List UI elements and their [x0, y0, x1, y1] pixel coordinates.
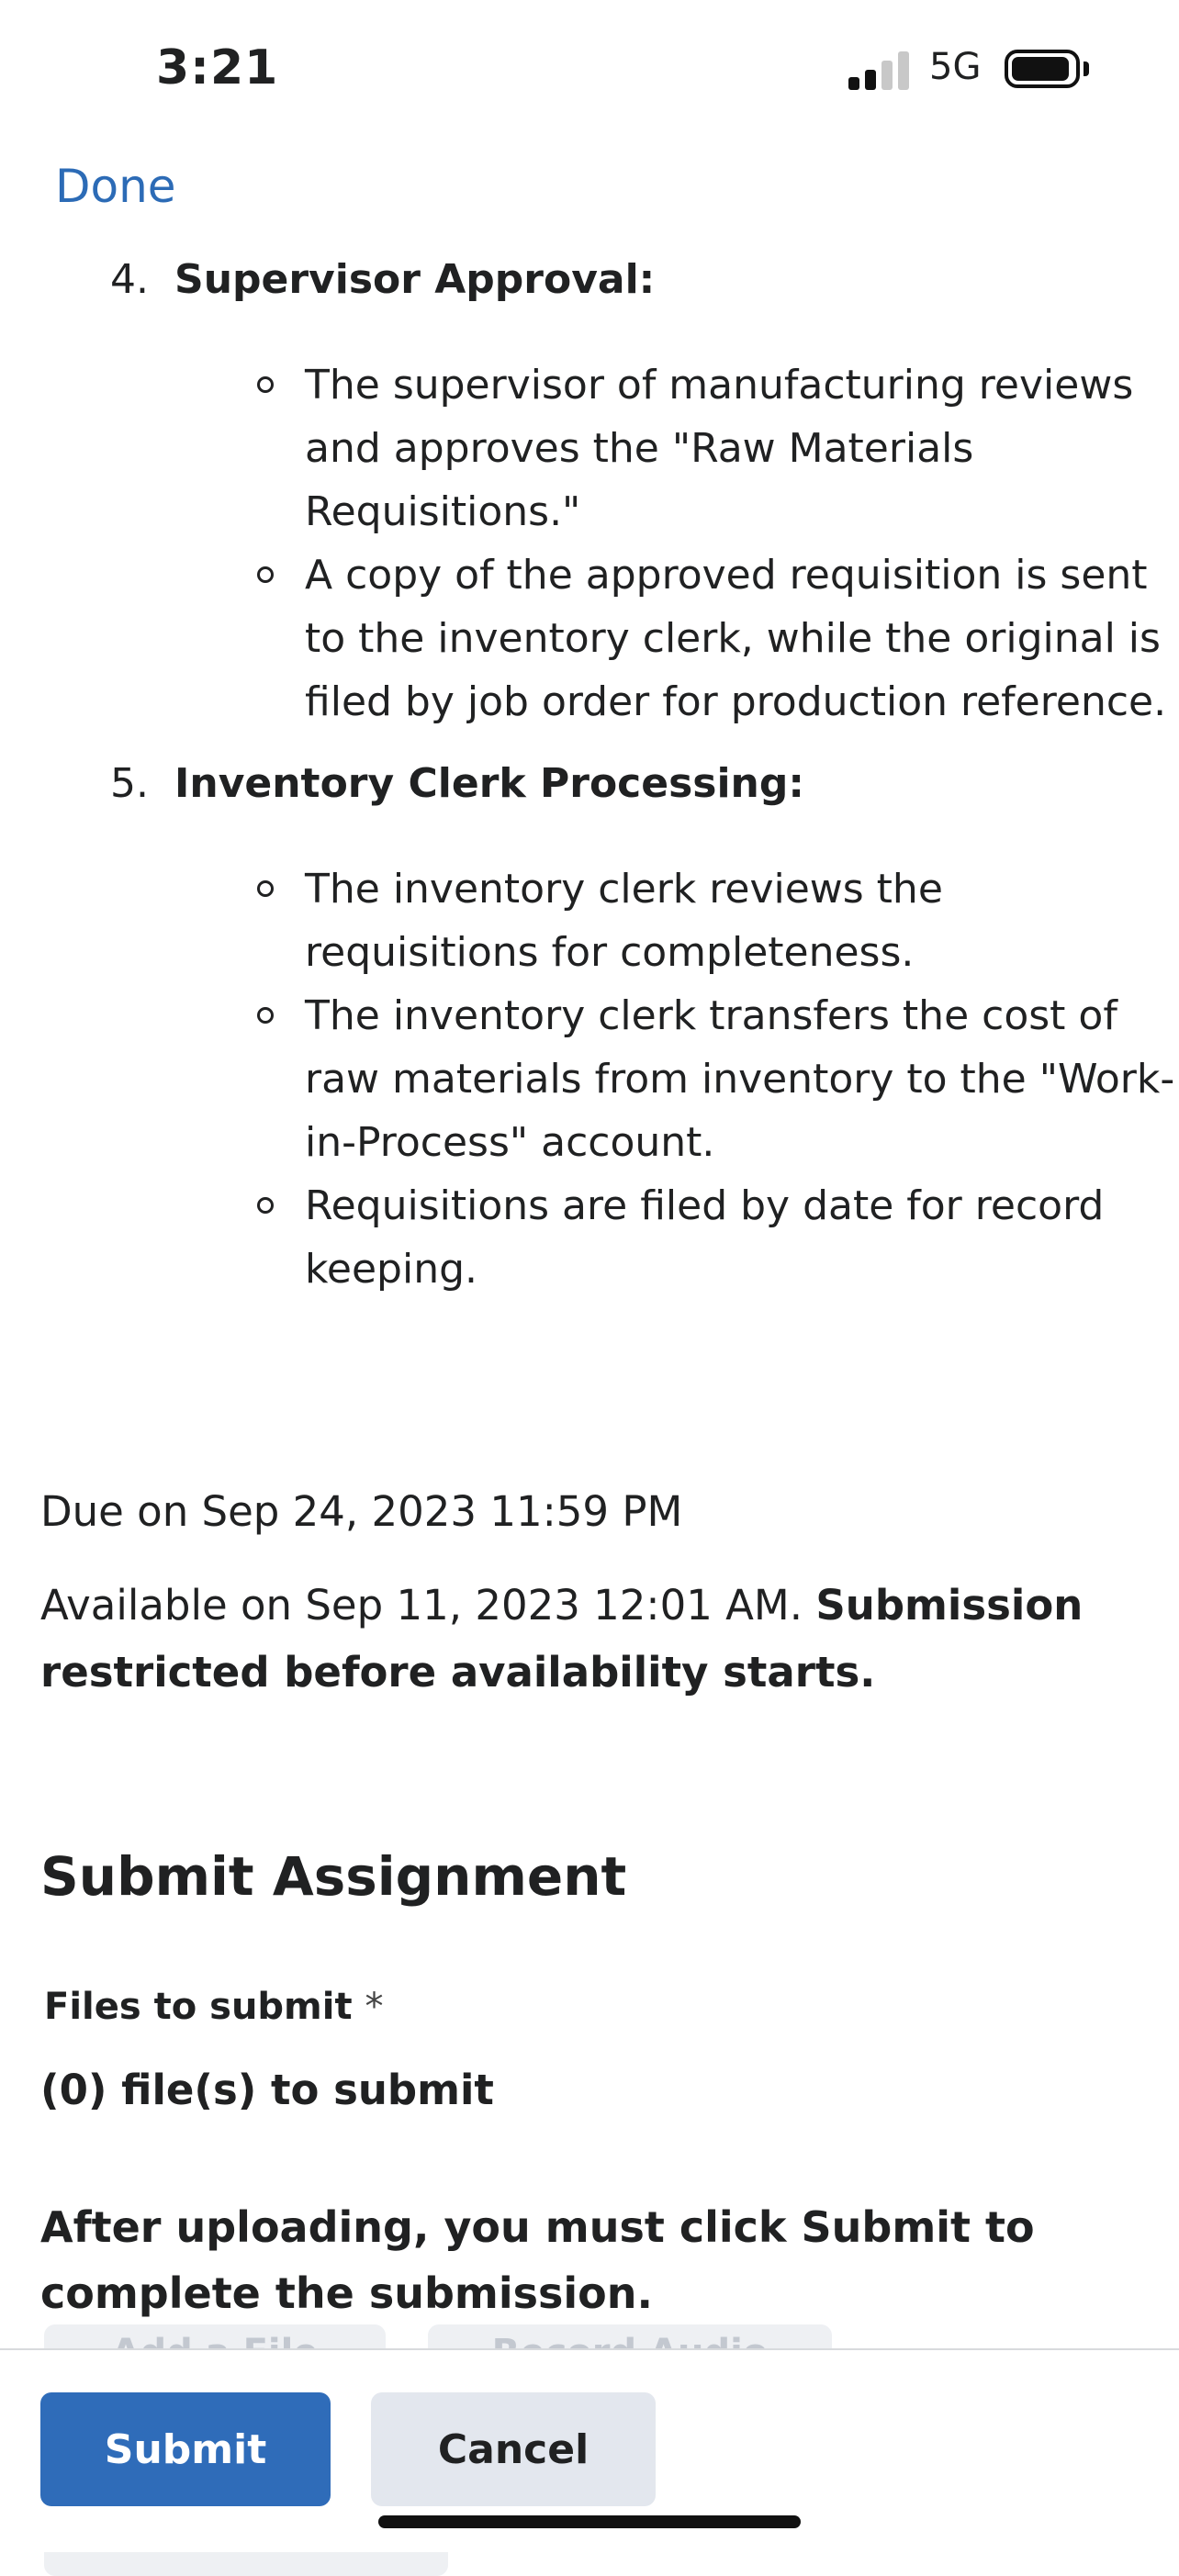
step-title: Inventory Clerk Processing:: [174, 760, 804, 807]
battery-icon: [1005, 50, 1080, 88]
battery-cap: [1084, 62, 1089, 76]
list-item: Requisitions are filed by date for recor…: [257, 1174, 1179, 1301]
step-number: 5.: [110, 760, 149, 807]
step-title: Supervisor Approval:: [174, 256, 656, 303]
upload-instruction: After uploading, you must click Submit t…: [40, 2202, 1035, 2318]
status-bar: 3:21 5G: [0, 0, 1179, 138]
list-item: The supervisor of manufacturing reviews …: [257, 353, 1179, 543]
submit-button[interactable]: Submit: [40, 2392, 331, 2506]
list-item: The inventory clerk transfers the cost o…: [257, 984, 1179, 1174]
submit-assignment-heading: Submit Assignment: [40, 1845, 627, 1908]
step-4-bullets: The supervisor of manufacturing reviews …: [0, 353, 1179, 734]
step-5-bullets: The inventory clerk reviews the requisit…: [0, 857, 1179, 1301]
available-date: Available on Sep 11, 2023 12:01 AM.: [40, 1581, 803, 1630]
files-to-submit-label: Files to submit *: [44, 1986, 384, 2028]
step-4: 4. Supervisor Approval:: [0, 248, 1179, 311]
cellular-signal-icon: [848, 51, 913, 90]
status-time: 3:21: [156, 40, 279, 95]
step-number: 4.: [110, 256, 149, 303]
required-marker: *: [365, 1986, 384, 2028]
availability-info: Available on Sep 11, 2023 12:01 AM. Subm…: [40, 1572, 1124, 1706]
list-item: A copy of the approved requisition is se…: [257, 543, 1179, 734]
list-item: The inventory clerk reviews the requisit…: [257, 857, 1179, 984]
network-type: 5G: [929, 46, 982, 88]
due-date: Due on Sep 24, 2023 11:59 PM: [40, 1487, 683, 1536]
cancel-button[interactable]: Cancel: [371, 2392, 656, 2506]
step-5: 5. Inventory Clerk Processing:: [0, 752, 1179, 815]
files-count: (0) file(s) to submit: [40, 2066, 494, 2114]
files-label-text: Files to submit: [44, 1986, 353, 2028]
done-button[interactable]: Done: [55, 160, 176, 213]
assignment-instructions: 4. Supervisor Approval: The supervisor o…: [0, 248, 1179, 1319]
home-indicator[interactable]: [378, 2515, 801, 2528]
